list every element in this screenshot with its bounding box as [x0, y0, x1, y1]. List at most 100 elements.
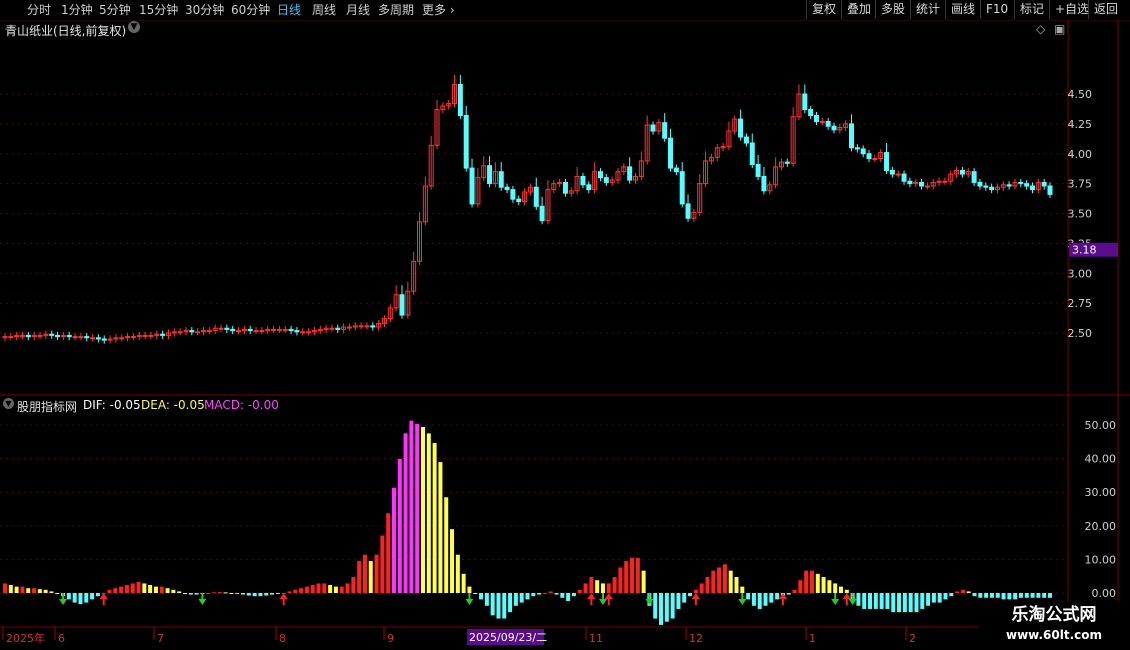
- period-tab-4[interactable]: 30分钟: [185, 2, 224, 18]
- macd-bar: [612, 577, 617, 593]
- toolbar-button-0[interactable]: 复权: [806, 0, 841, 19]
- macd-bar: [223, 592, 228, 594]
- period-tab-10[interactable]: 更多 ›: [422, 2, 455, 18]
- macd-bar: [966, 591, 971, 593]
- chevron-down-icon[interactable]: ▼: [128, 21, 140, 33]
- macd-bar: [403, 433, 408, 593]
- candle-body: [872, 158, 878, 161]
- macd-bar: [763, 593, 768, 606]
- candle-body: [813, 115, 819, 122]
- macd-bar: [717, 567, 722, 593]
- macd-bar: [264, 593, 269, 596]
- date-label: 12: [689, 632, 703, 645]
- macd-bar: [577, 589, 582, 593]
- macd-bar: [775, 593, 780, 600]
- macd-bar: [438, 462, 443, 593]
- macd-bar: [32, 588, 37, 593]
- toolbar-button-2[interactable]: 多股: [875, 0, 910, 19]
- candle-body: [562, 181, 568, 194]
- indicator-menu-icon[interactable]: ▼: [3, 398, 14, 409]
- macd-bar: [670, 593, 675, 619]
- macd-bar: [995, 593, 1000, 598]
- period-tab-5[interactable]: 60分钟: [231, 2, 270, 18]
- signal-down-arrow: [465, 593, 474, 605]
- macd-bar: [955, 591, 960, 593]
- candle-body: [189, 330, 195, 333]
- macd-bar: [978, 593, 983, 598]
- macd-bar: [879, 593, 884, 609]
- period-tab-2[interactable]: 5分钟: [99, 2, 131, 18]
- toolbar-button-4[interactable]: 画线: [945, 0, 980, 19]
- macd-bar: [235, 593, 240, 594]
- macd-bar: [293, 589, 298, 593]
- macd-bar: [391, 487, 396, 593]
- window-icon[interactable]: ▣: [1054, 22, 1065, 36]
- candle-body: [288, 328, 294, 332]
- period-tab-6[interactable]: 日线: [277, 2, 301, 18]
- candle-body: [784, 161, 790, 164]
- price-tick-label: 3.50: [1068, 208, 1093, 221]
- toolbar-button-8[interactable]: 返回: [1088, 0, 1123, 19]
- macd-bar: [165, 588, 170, 593]
- candle-body: [977, 181, 983, 187]
- macd-bar: [1001, 593, 1006, 600]
- macd-bar: [368, 561, 373, 593]
- period-tab-1[interactable]: 1分钟: [61, 2, 93, 18]
- diamond-icon[interactable]: ◇: [1036, 22, 1045, 36]
- dea-value: DEA: -0.05: [141, 398, 205, 412]
- macd-value: MACD: -0.00: [204, 398, 279, 412]
- period-tab-9[interactable]: 多周期: [378, 2, 414, 18]
- macd-bar: [43, 589, 48, 593]
- signal-down-arrow: [198, 593, 207, 605]
- macd-bar: [426, 433, 431, 593]
- candle-body: [603, 177, 609, 183]
- candle-body: [142, 334, 148, 337]
- macd-bar: [537, 593, 542, 595]
- macd-bar: [664, 593, 669, 622]
- candle-body: [300, 331, 306, 334]
- candle-body: [942, 180, 948, 183]
- candle-body: [924, 185, 930, 188]
- period-tab-8[interactable]: 月线: [346, 2, 370, 18]
- toolbar-button-6[interactable]: 标记: [1014, 0, 1049, 19]
- toolbar-button-3[interactable]: 统计: [910, 0, 945, 19]
- watermark-title: 乐淘公式网: [1011, 605, 1097, 625]
- candle-body: [119, 337, 125, 340]
- macd-bar: [595, 580, 600, 593]
- candle-body: [294, 330, 300, 333]
- macd-bar: [897, 593, 902, 613]
- macd-bar: [206, 593, 211, 594]
- candle-body: [755, 164, 761, 177]
- candle-body: [959, 169, 965, 175]
- macd-bar: [84, 593, 89, 603]
- macd-bar: [49, 591, 54, 593]
- candle-body: [685, 203, 691, 219]
- toolbar-button-1[interactable]: 叠加: [841, 0, 876, 19]
- date-cursor-label: 2025/09/23/二: [469, 631, 547, 644]
- period-tab-7[interactable]: 周线: [312, 2, 336, 18]
- candle-body: [469, 167, 475, 205]
- toolbar-button-5[interactable]: F10: [980, 0, 1013, 19]
- candle-body: [1041, 181, 1047, 187]
- macd-bar: [519, 593, 524, 603]
- candle-body: [586, 184, 592, 191]
- date-label: 8: [279, 632, 286, 645]
- period-tab-0[interactable]: 分时: [27, 2, 51, 18]
- macd-bar: [328, 585, 333, 593]
- candle-body: [55, 334, 61, 338]
- macd-bar: [444, 497, 449, 593]
- macd-bar: [833, 583, 838, 593]
- candle-body: [218, 327, 224, 330]
- macd-bar: [182, 593, 187, 594]
- candle-body: [510, 189, 516, 200]
- macd-bar: [3, 583, 7, 593]
- macd-bar: [397, 458, 402, 593]
- macd-bar: [635, 557, 640, 593]
- macd-bar: [37, 589, 42, 593]
- macd-bar: [659, 593, 664, 625]
- period-tab-3[interactable]: 15分钟: [139, 2, 178, 18]
- macd-bar: [455, 554, 460, 593]
- macd-bar: [461, 573, 466, 593]
- price-tick-label: 2.75: [1068, 297, 1093, 310]
- macd-bar: [600, 583, 605, 593]
